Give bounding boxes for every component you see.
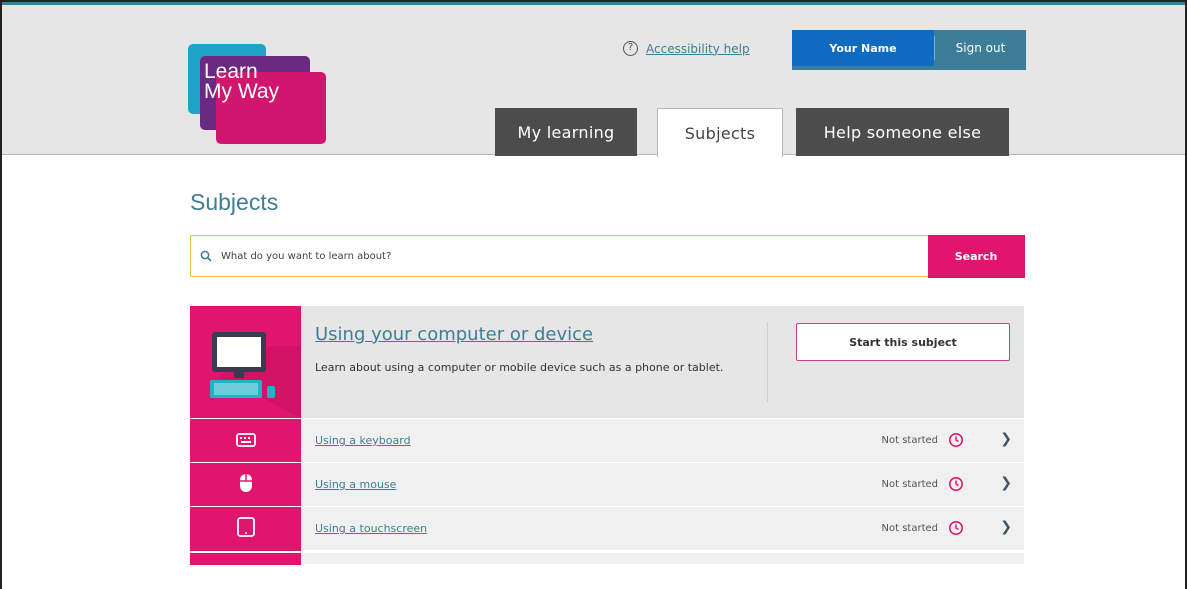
topic-status: Not started — [881, 479, 939, 490]
search-bar: Search — [190, 234, 1025, 278]
topic-icon-box — [190, 419, 301, 463]
topic-row-partial — [190, 552, 1024, 565]
topic-link[interactable]: Using a mouse — [315, 478, 396, 491]
user-bar: Your Name Sign out — [792, 30, 1026, 70]
accessibility-help-link[interactable]: Accessibility help — [646, 42, 750, 56]
accessibility-help: ? Accessibility help — [623, 41, 750, 56]
logo-line-2: My Way — [204, 80, 280, 103]
clock-icon — [948, 520, 964, 540]
user-name-button[interactable]: Your Name — [792, 30, 934, 66]
topic-icon-box — [190, 553, 301, 565]
subject-description: Learn about using a computer or mobile d… — [315, 361, 724, 374]
help-circle-icon: ? — [623, 41, 638, 56]
sign-out-button[interactable]: Sign out — [935, 30, 1026, 66]
mouse-icon — [239, 473, 253, 497]
chevron-right-icon[interactable]: ❯ — [1000, 475, 1012, 491]
topic-row[interactable]: Using a touchscreen Not started ❯ — [190, 506, 1024, 551]
subject-card: Using your computer or device Learn abou… — [190, 306, 1024, 418]
search-input[interactable] — [221, 236, 928, 276]
tab-my-learning[interactable]: My learning — [495, 108, 637, 156]
logo-text: Learn My Way — [204, 60, 280, 103]
start-subject-button[interactable]: Start this subject — [796, 323, 1010, 361]
chevron-right-icon[interactable]: ❯ — [1000, 519, 1012, 535]
topic-link[interactable]: Using a touchscreen — [315, 522, 427, 535]
topic-status: Not started — [881, 523, 939, 534]
tablet-icon — [236, 517, 255, 541]
tab-help-someone-else[interactable]: Help someone else — [796, 108, 1009, 156]
learn-my-way-logo[interactable]: Learn My Way — [188, 42, 328, 144]
clock-icon — [948, 476, 964, 496]
topic-row[interactable]: Using a mouse Not started ❯ — [190, 462, 1024, 507]
chevron-right-icon[interactable]: ❯ — [1000, 431, 1012, 447]
subject-title-link[interactable]: Using your computer or device — [315, 324, 593, 345]
keyboard-icon — [235, 432, 256, 451]
logo-line-1: Learn — [204, 60, 258, 83]
page-title: Subjects — [190, 189, 279, 215]
tab-subjects[interactable]: Subjects — [657, 108, 783, 157]
topic-status: Not started — [881, 435, 939, 446]
topic-icon-box — [190, 507, 301, 551]
topic-row[interactable]: Using a keyboard Not started ❯ — [190, 418, 1024, 463]
computer-illustration-icon — [190, 306, 301, 418]
topic-link[interactable]: Using a keyboard — [315, 434, 411, 447]
search-icon — [191, 236, 221, 276]
search-button[interactable]: Search — [927, 234, 1025, 278]
clock-icon — [948, 432, 964, 452]
topic-icon-box — [190, 463, 301, 507]
subject-divider — [767, 322, 768, 402]
